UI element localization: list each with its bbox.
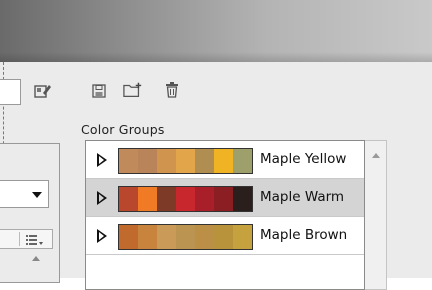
chevron-down-icon	[32, 192, 42, 198]
color-swatch[interactable]	[119, 187, 138, 211]
color-group-label: Maple Brown	[260, 227, 348, 243]
partial-text-field[interactable]	[0, 79, 21, 105]
color-swatch[interactable]	[157, 187, 176, 211]
color-swatch[interactable]	[138, 149, 157, 173]
adjacent-panel	[0, 143, 60, 283]
scroll-up-icon[interactable]	[32, 256, 40, 261]
swatches-panel: Color Groups Maple Yellow Maple Warm Map…	[0, 62, 432, 290]
window-titlebar[interactable]	[0, 0, 432, 62]
color-group-row[interactable]: Maple Brown	[86, 217, 364, 255]
vertical-scrollbar[interactable]	[365, 140, 387, 290]
save-icon[interactable]	[89, 82, 109, 100]
color-group-row[interactable]: Maple Warm	[86, 179, 364, 217]
expand-triangle-icon[interactable]	[97, 191, 107, 205]
swatch-strip	[118, 186, 253, 212]
list-view-icon[interactable]	[26, 234, 44, 246]
partial-dropdown[interactable]	[0, 180, 49, 208]
color-swatch[interactable]	[176, 225, 195, 249]
color-group-label: Maple Yellow	[260, 151, 347, 167]
color-swatch[interactable]	[195, 225, 214, 249]
color-swatch[interactable]	[119, 149, 138, 173]
scroll-up-icon[interactable]	[372, 153, 380, 158]
color-swatch[interactable]	[157, 149, 176, 173]
color-swatch[interactable]	[176, 187, 195, 211]
color-swatch[interactable]	[119, 225, 138, 249]
color-swatch[interactable]	[214, 149, 233, 173]
color-swatch[interactable]	[233, 187, 252, 211]
color-swatch[interactable]	[138, 225, 157, 249]
color-swatch[interactable]	[233, 149, 252, 173]
color-group-label: Maple Warm	[260, 189, 345, 205]
color-swatch[interactable]	[214, 225, 233, 249]
edit-swatch-icon[interactable]	[33, 82, 53, 100]
color-groups-list: Maple Yellow Maple Warm Maple Brown	[85, 140, 365, 290]
color-swatch[interactable]	[176, 149, 195, 173]
color-swatch[interactable]	[195, 187, 214, 211]
view-options-strip	[0, 229, 53, 249]
swatch-strip	[118, 224, 253, 250]
color-swatch[interactable]	[138, 187, 157, 211]
color-group-row[interactable]: Maple Yellow	[86, 141, 364, 179]
color-swatch[interactable]	[233, 225, 252, 249]
color-swatch[interactable]	[195, 149, 214, 173]
expand-triangle-icon[interactable]	[97, 229, 107, 243]
delete-icon[interactable]	[162, 81, 182, 99]
new-group-icon[interactable]	[123, 81, 143, 99]
color-groups-heading: Color Groups	[81, 122, 165, 137]
color-swatch[interactable]	[214, 187, 233, 211]
color-swatch[interactable]	[157, 225, 176, 249]
expand-triangle-icon[interactable]	[97, 153, 107, 167]
swatch-strip	[118, 148, 253, 174]
